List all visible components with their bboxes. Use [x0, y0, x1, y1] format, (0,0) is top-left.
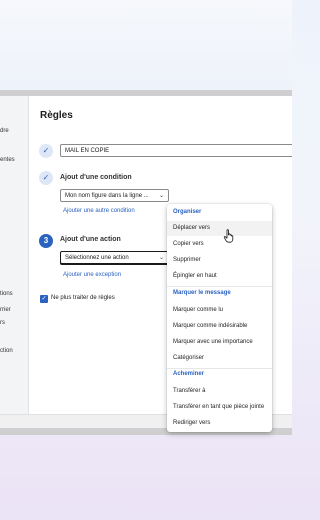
left-pane-text[interactable]: tions	[0, 291, 13, 297]
page-title: Règles	[40, 110, 73, 121]
dropdown-separator	[167, 286, 272, 287]
add-exception-link[interactable]: Ajouter une exception	[63, 272, 121, 278]
dropdown-separator	[167, 368, 272, 369]
dropdown-item-delete[interactable]: Supprimer	[167, 253, 272, 268]
condition-select[interactable]: Mon nom figure dans la ligne ... ⌄	[60, 189, 169, 202]
action-select[interactable]: Sélectionnez une action ⌄	[60, 251, 169, 264]
dropdown-item-copy-to[interactable]: Copier vers	[167, 237, 272, 252]
left-pane-text[interactable]: dre	[0, 128, 9, 134]
dropdown-item-mark-read[interactable]: Marquer comme lu	[167, 303, 272, 318]
action-section-label: Ajout d'une action	[60, 236, 121, 243]
left-pane-text[interactable]: rs	[0, 320, 5, 326]
dropdown-group-header: Acheminer	[173, 371, 205, 377]
condition-select-value: Mon nom figure dans la ligne ...	[65, 193, 149, 199]
left-pane-text[interactable]: entes	[0, 157, 15, 163]
dropdown-item-redirect-to[interactable]: Rediriger vers	[167, 416, 272, 431]
step-complete-check-icon: ✓	[39, 171, 53, 185]
dropdown-item-categorize[interactable]: Catégoriser	[167, 351, 272, 366]
step-number-badge: 3	[39, 234, 53, 248]
chevron-down-icon: ⌄	[158, 255, 164, 261]
dropdown-item-move-to[interactable]: Déplacer vers	[167, 221, 272, 236]
dropdown-item-forward-attachment[interactable]: Transférer en tant que pièce jointe	[167, 400, 272, 415]
dropdown-group-header: Organiser	[173, 209, 202, 215]
dropdown-item-mark-junk[interactable]: Marquer comme indésirable	[167, 319, 272, 334]
dropdown-item-mark-importance[interactable]: Marquer avec une importance	[167, 335, 272, 350]
action-select-placeholder: Sélectionnez une action	[65, 255, 129, 261]
background-top	[0, 0, 292, 90]
dropdown-item-forward-to[interactable]: Transférer à	[167, 384, 272, 399]
dropdown-group-header: Marquer le message	[173, 290, 231, 296]
left-navigation-pane: dre entes tions rrier rs ction	[0, 96, 29, 414]
add-condition-link[interactable]: Ajouter une autre condition	[63, 208, 135, 214]
action-dropdown-menu: Organiser Déplacer vers Copier vers Supp…	[167, 204, 272, 432]
dropdown-item-pin[interactable]: Épingler en haut	[167, 269, 272, 284]
stop-rules-label: Ne plus traiter de règles	[51, 295, 115, 301]
left-pane-text[interactable]: ction	[0, 348, 13, 354]
step-complete-check-icon: ✓	[39, 144, 53, 158]
chevron-down-icon: ⌄	[158, 193, 164, 199]
condition-section-label: Ajout d'une condition	[60, 174, 132, 181]
left-pane-text[interactable]: rrier	[0, 307, 11, 313]
hand-cursor-icon	[223, 229, 234, 243]
stop-rules-checkbox[interactable]: ✓	[40, 295, 48, 303]
rule-name-input[interactable]: MAIL EN COPIE	[60, 144, 292, 157]
